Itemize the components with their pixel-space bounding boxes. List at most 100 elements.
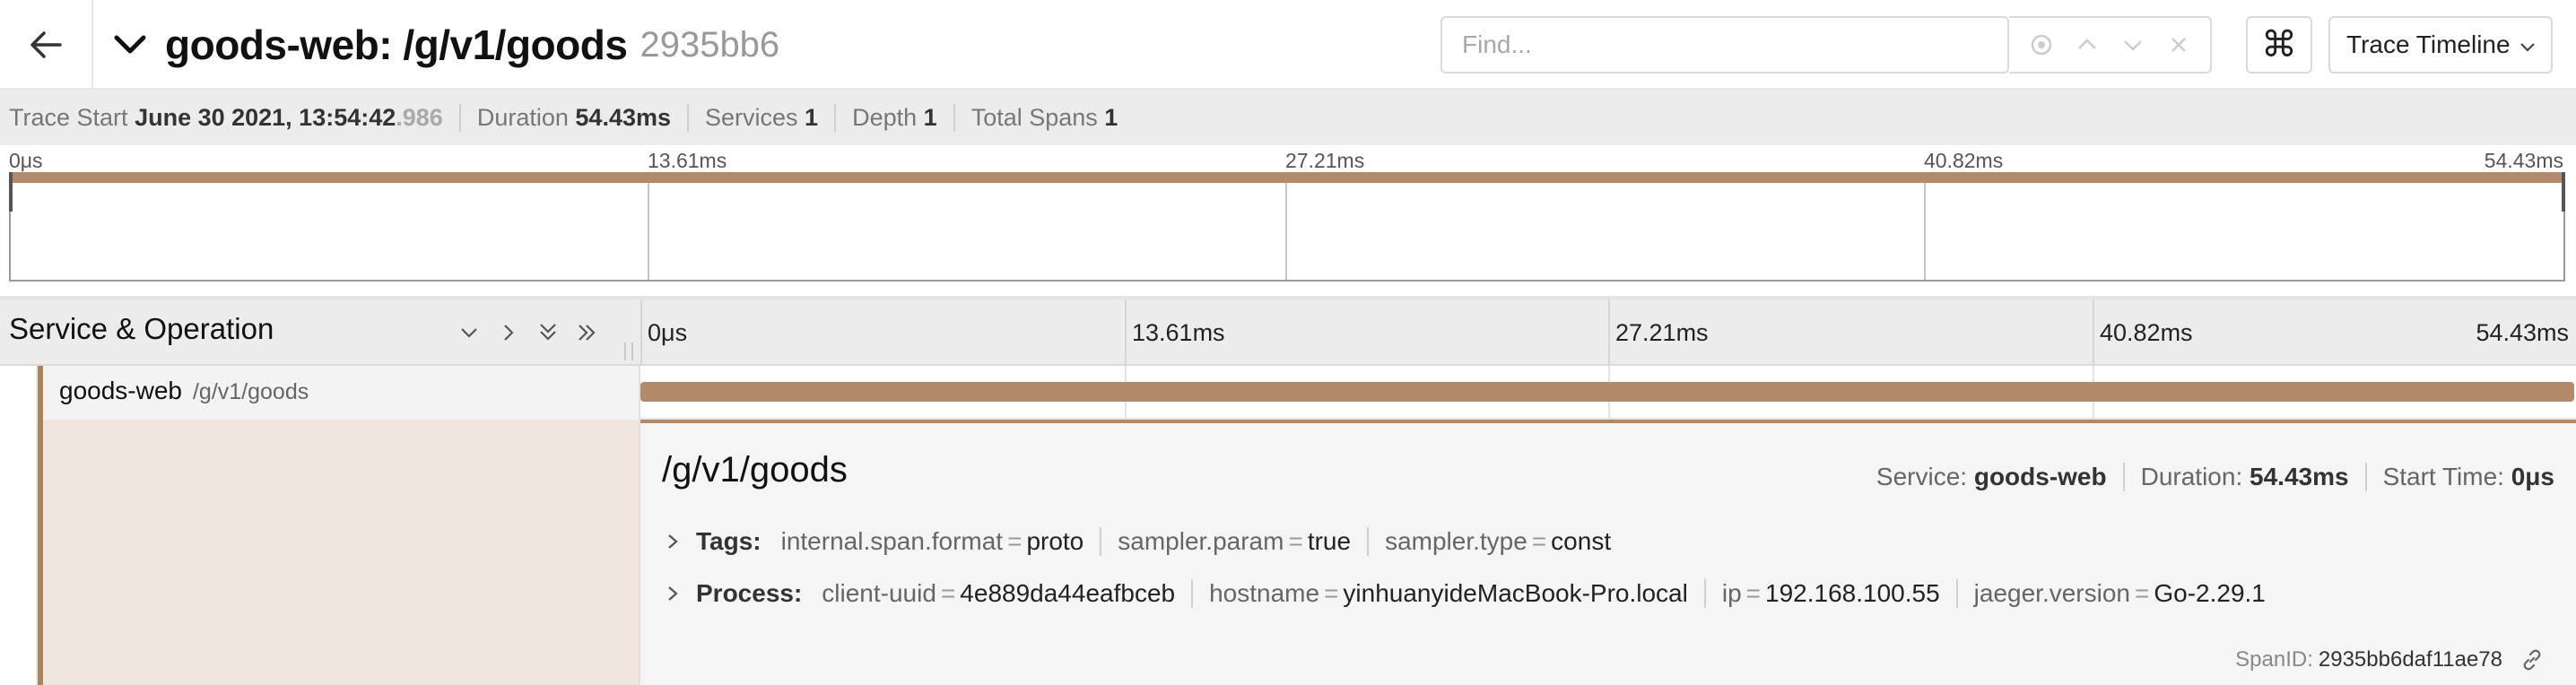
view-mode-select[interactable]: Trace Timeline (2328, 16, 2553, 74)
process-item: client-uuid = 4e889da44eafbceb (822, 579, 1194, 608)
find-input[interactable] (1442, 19, 2007, 71)
span-row[interactable]: goods-web/g/v1/goods (0, 366, 2576, 420)
process-row[interactable]: Process: client-uuid = 4e889da44eafbceb ho… (666, 579, 2298, 608)
trace-duration: Duration 54.43ms (476, 103, 689, 132)
trace-total-spans: Total Spans 1 (971, 104, 1135, 132)
services-value: 1 (805, 103, 819, 131)
trace-title[interactable]: goods-web: /g/v1/goods 2935bb6 (111, 0, 779, 90)
span-service-name: goods-web/g/v1/goods (59, 377, 309, 405)
service-operation-title: Service & Operation (9, 312, 274, 345)
chevron-up-icon[interactable] (2074, 31, 2101, 58)
process-item: jaeger.version = Go-2.29.1 (1973, 579, 2266, 607)
span-header-row: Service & Operation 0μs 13.61ms 27.21ms … (0, 296, 2576, 369)
process-value: 4e889da44eafbceb (960, 579, 1176, 607)
arrow-left-icon (30, 31, 62, 58)
trace-start-label: Trace Start (9, 103, 128, 131)
process-item: hostname = yinhuanyideMacBook-Pro.local (1209, 579, 1706, 608)
process-value: 192.168.100.55 (1765, 579, 1940, 607)
detail-start-time: Start Time: 0μs (2367, 463, 2554, 491)
target-icon[interactable] (2028, 31, 2055, 58)
span-tree-gutter (0, 366, 38, 685)
back-button[interactable] (0, 0, 93, 90)
total-spans-label: Total Spans (970, 103, 1098, 131)
tag-key: internal.span.format (780, 527, 1004, 555)
span-id-label: SpanID: (2235, 647, 2313, 672)
span-detail-panel: /g/v1/goods Service: goods-web Duration:… (640, 420, 2576, 685)
trace-title-text: goods-web: /g/v1/goods (165, 22, 628, 68)
duration-label: Duration (476, 103, 569, 131)
trace-minimap[interactable]: 0μs 13.61ms 27.21ms 40.82ms 54.43ms (0, 145, 2576, 296)
minimap-tick: 13.61ms (648, 149, 727, 172)
process-key: ip (1721, 579, 1742, 607)
trace-id-short: 2935bb6 (640, 24, 780, 65)
chevron-down-icon[interactable] (2119, 31, 2146, 58)
link-icon[interactable] (2520, 648, 2544, 672)
detail-duration-label: Duration: (2140, 463, 2243, 490)
depth-value: 1 (923, 103, 937, 131)
services-label: Services (705, 103, 798, 131)
tag-item: sampler.param = true (1118, 527, 1370, 556)
span-duration-bar[interactable] (640, 382, 2574, 402)
detail-start-value: 0μs (2511, 463, 2554, 490)
minimap-tick: 27.21ms (1285, 149, 1365, 172)
chevron-down-icon (2520, 43, 2535, 52)
timeline-tick: 54.43ms (2476, 319, 2569, 346)
process-value: yinhuanyideMacBook-Pro.local (1343, 579, 1688, 607)
trace-start-ms: .986 (396, 103, 443, 131)
tags-row[interactable]: Tags: internal.span.format = proto sampler… (666, 527, 1643, 556)
chevron-down-icon[interactable] (456, 319, 483, 346)
span-operation-label: /g/v1/goods (192, 379, 309, 404)
trace-start: Trace Start June 30 2021, 13:54:42.986 (9, 103, 461, 132)
tag-value: const (1551, 527, 1612, 555)
trace-meta-bar: Trace Start June 30 2021, 13:54:42.986 D… (0, 90, 2576, 145)
process-key: client-uuid (822, 579, 936, 607)
total-spans-value: 1 (1104, 103, 1118, 131)
timeline-gridline (1608, 299, 1610, 369)
detail-start-label: Start Time: (2382, 463, 2504, 490)
process-key: jaeger.version (1973, 579, 2130, 607)
timeline-gridline (1125, 299, 1127, 369)
timeline-tick: 0μs (648, 319, 688, 346)
detail-duration-value: 54.43ms (2250, 463, 2349, 490)
detail-service: Service: goods-web (1860, 463, 2125, 491)
find-tools (2009, 16, 2212, 74)
timeline-gridline (640, 299, 642, 369)
double-chevron-down-icon[interactable] (535, 319, 561, 346)
double-chevron-right-icon[interactable] (574, 319, 601, 346)
trace-start-value: June 30 2021, 13:54:42 (135, 103, 396, 131)
tags-label: Tags: (696, 527, 761, 555)
timeline-tick: 13.61ms (1132, 319, 1225, 346)
chevron-down-icon[interactable] (111, 26, 149, 64)
detail-duration: Duration: 54.43ms (2125, 463, 2367, 491)
minimap-tick: 0μs (9, 149, 43, 172)
keyboard-shortcuts-button[interactable]: ⌘ (2246, 16, 2312, 74)
span-tree-controls (456, 319, 601, 346)
span-service-label: goods-web (59, 377, 182, 404)
chevron-right-icon[interactable] (666, 533, 683, 551)
timeline-tick: 27.21ms (1615, 319, 1709, 346)
trace-header: goods-web: /g/v1/goods 2935bb6 ⌘ Trace T… (0, 0, 2576, 90)
process-label: Process: (696, 579, 803, 607)
chevron-right-icon[interactable] (666, 585, 683, 603)
close-icon[interactable] (2165, 31, 2192, 58)
minimap-tick: 40.82ms (1924, 149, 2004, 172)
span-detail-left-pane (43, 420, 640, 685)
span-row-name-cell[interactable]: goods-web/g/v1/goods (0, 366, 640, 420)
chevron-right-icon[interactable] (495, 319, 522, 346)
timeline-tick: 40.82ms (2100, 319, 2193, 346)
trace-depth: Depth 1 (852, 103, 955, 132)
column-resizer[interactable] (624, 342, 633, 360)
minimap-tick: 54.43ms (2484, 149, 2563, 172)
tag-item: internal.span.format = proto (781, 527, 1102, 556)
tag-value: true (1307, 527, 1352, 555)
tag-value: proto (1026, 527, 1084, 555)
find-box (1440, 16, 2009, 74)
process-key: hostname (1209, 579, 1320, 607)
timeline-gridline (2093, 299, 2094, 369)
span-detail-title: /g/v1/goods (662, 450, 848, 490)
process-item: ip = 192.168.100.55 (1722, 579, 1958, 608)
trace-services: Services 1 (705, 103, 837, 132)
duration-value: 54.43ms (575, 103, 671, 131)
detail-service-value: goods-web (1973, 463, 2107, 490)
view-mode-label: Trace Timeline (2346, 30, 2511, 58)
